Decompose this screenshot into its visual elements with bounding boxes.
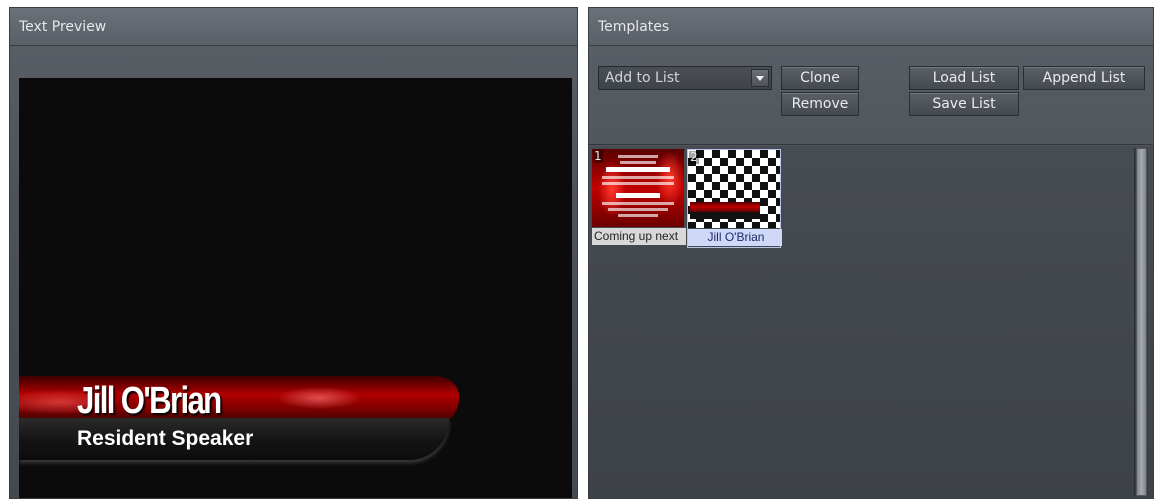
add-to-list-dropdown[interactable]: Add to List bbox=[598, 66, 772, 90]
remove-button[interactable]: Remove bbox=[781, 92, 859, 116]
template-list-scrollbar[interactable] bbox=[1134, 148, 1148, 496]
thumbnail-text-line bbox=[620, 161, 656, 164]
template-index: 2 bbox=[689, 150, 699, 164]
lower-third-title: Resident Speaker bbox=[77, 427, 254, 450]
add-to-list-value: Add to List bbox=[605, 70, 680, 86]
lower-third-name: Jill O'Brian bbox=[77, 380, 222, 422]
thumbnail-text-line bbox=[602, 182, 674, 185]
chevron-down-icon[interactable] bbox=[751, 69, 769, 87]
thumbnail-red-bar bbox=[690, 202, 760, 212]
templates-panel: Templates Add to List Clone Remove Load … bbox=[588, 7, 1154, 499]
append-list-button[interactable]: Append List bbox=[1023, 66, 1145, 90]
text-preview-panel: Text Preview Jill O'Brian Resident Speak… bbox=[9, 7, 578, 499]
scrollbar-thumb[interactable] bbox=[1136, 148, 1147, 496]
thumbnail-text-line bbox=[618, 214, 658, 217]
thumbnail-dark-band bbox=[690, 212, 760, 219]
template-index: 1 bbox=[593, 149, 603, 163]
clone-button[interactable]: Clone bbox=[781, 66, 859, 90]
templates-header: Templates bbox=[589, 8, 1153, 46]
thumbnail-heading-line bbox=[616, 193, 660, 198]
template-list: 1 Coming up next 2 Jill O'Brian bbox=[589, 146, 1153, 498]
load-list-button[interactable]: Load List bbox=[909, 66, 1019, 90]
template-thumbnail: 1 bbox=[592, 149, 684, 227]
text-preview-header: Text Preview bbox=[10, 8, 577, 46]
template-item[interactable]: 1 Coming up next bbox=[592, 149, 686, 248]
template-item-selected[interactable]: 2 Jill O'Brian bbox=[687, 149, 782, 248]
thumbnail-text-line bbox=[608, 208, 668, 211]
thumbnail-heading-line bbox=[606, 167, 670, 172]
thumbnail-text-line bbox=[602, 202, 674, 205]
template-thumbnail: 2 bbox=[688, 150, 780, 228]
templates-toolbar: Add to List Clone Remove Load List Save … bbox=[589, 46, 1153, 145]
thumbnail-text-line bbox=[602, 176, 674, 179]
preview-screen: Jill O'Brian Resident Speaker bbox=[19, 78, 572, 498]
template-label: Jill O'Brian bbox=[688, 229, 782, 246]
thumbnail-text-line bbox=[618, 155, 658, 158]
save-list-button[interactable]: Save List bbox=[909, 92, 1019, 116]
template-label: Coming up next bbox=[592, 228, 686, 245]
